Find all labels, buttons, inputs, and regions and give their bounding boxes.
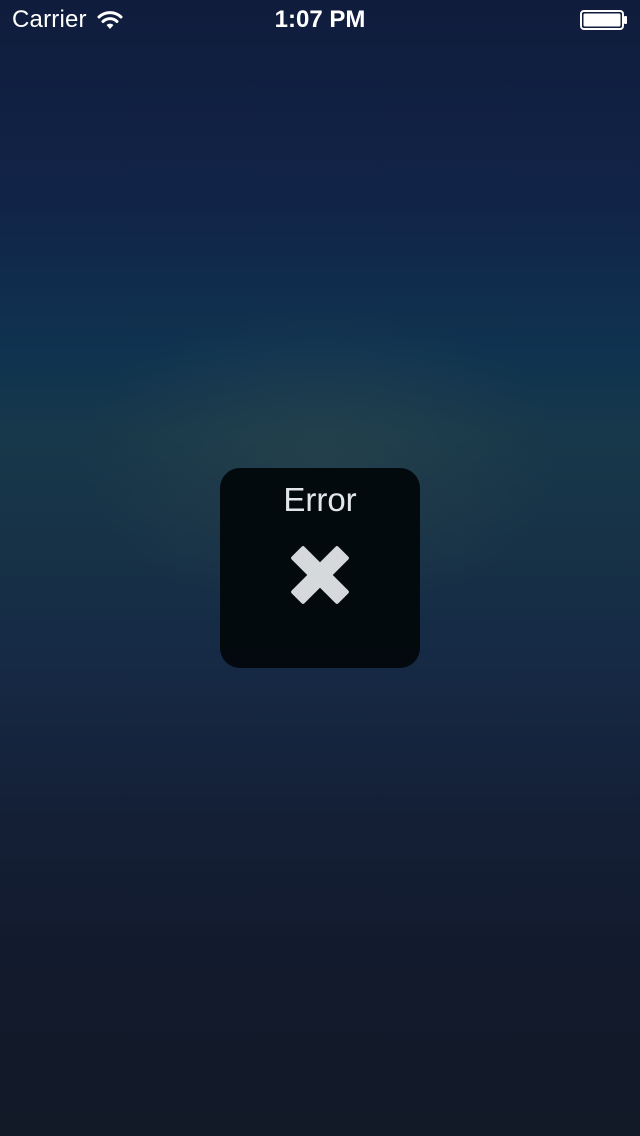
carrier-label: Carrier (12, 6, 87, 33)
battery-icon (580, 10, 627, 30)
close-icon (291, 546, 349, 604)
wifi-icon (97, 11, 123, 29)
carrier-group: Carrier (12, 6, 123, 34)
status-bar: Carrier 1:07 PM (0, 0, 640, 40)
hud-title: Error (283, 481, 357, 518)
